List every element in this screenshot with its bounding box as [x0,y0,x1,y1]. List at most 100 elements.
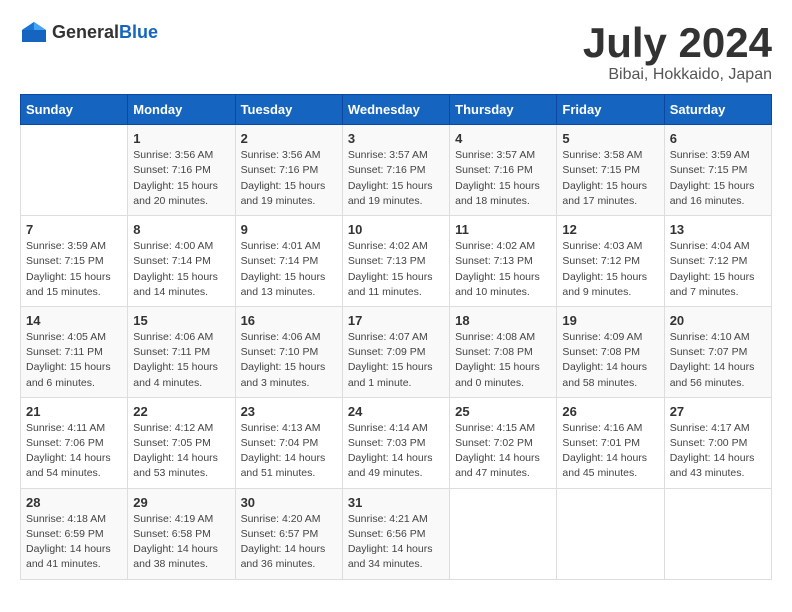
calendar-cell: 7 Sunrise: 3:59 AM Sunset: 7:15 PM Daylig… [21,216,128,307]
day-content: Sunrise: 4:10 AM Sunset: 7:07 PM Dayligh… [670,330,766,391]
day-number: 12 [562,222,658,237]
calendar-cell: 12 Sunrise: 4:03 AM Sunset: 7:12 PM Dayli… [557,216,664,307]
calendar-table: SundayMondayTuesdayWednesdayThursdayFrid… [20,94,772,579]
day-number: 9 [241,222,337,237]
day-content: Sunrise: 4:01 AM Sunset: 7:14 PM Dayligh… [241,239,337,300]
calendar-cell: 19Sunrise: 4:09 AM Sunset: 7:08 PM Dayli… [557,306,664,397]
calendar-cell: 8 Sunrise: 4:00 AM Sunset: 7:14 PM Daylig… [128,216,235,307]
day-number: 3 [348,131,444,146]
day-content: Sunrise: 4:15 AM Sunset: 7:02 PM Dayligh… [455,421,551,482]
day-content: Sunrise: 4:19 AM Sunset: 6:58 PM Dayligh… [133,512,229,573]
location-title: Bibai, Hokkaido, Japan [583,66,772,84]
calendar-cell: 5 Sunrise: 3:58 AM Sunset: 7:15 PM Daylig… [557,125,664,216]
day-number: 27 [670,404,766,419]
calendar-cell [21,125,128,216]
calendar-cell: 30 Sunrise: 4:20 AM Sunset: 6:57 PM Dayli… [235,488,342,579]
day-content: Sunrise: 3:59 AM Sunset: 7:15 PM Dayligh… [26,239,122,300]
day-content: Sunrise: 4:18 AM Sunset: 6:59 PM Dayligh… [26,512,122,573]
calendar-cell: 14Sunrise: 4:05 AM Sunset: 7:11 PM Dayli… [21,306,128,397]
calendar-cell: 15 Sunrise: 4:06 AM Sunset: 7:11 PM Dayli… [128,306,235,397]
day-number: 7 [26,222,122,237]
day-content: Sunrise: 4:03 AM Sunset: 7:12 PM Dayligh… [562,239,658,300]
day-number: 4 [455,131,551,146]
day-content: Sunrise: 4:13 AM Sunset: 7:04 PM Dayligh… [241,421,337,482]
day-header-friday: Friday [557,95,664,125]
calendar-cell: 23 Sunrise: 4:13 AM Sunset: 7:04 PM Dayli… [235,397,342,488]
days-header-row: SundayMondayTuesdayWednesdayThursdayFrid… [21,95,772,125]
day-number: 11 [455,222,551,237]
calendar-cell: 21 Sunrise: 4:11 AM Sunset: 7:06 PM Dayli… [21,397,128,488]
day-header-thursday: Thursday [450,95,557,125]
day-number: 21 [26,404,122,419]
calendar-cell: 20 Sunrise: 4:10 AM Sunset: 7:07 PM Dayli… [664,306,771,397]
title-area: July 2024 Bibai, Hokkaido, Japan [583,20,772,84]
day-number: 5 [562,131,658,146]
day-header-wednesday: Wednesday [342,95,449,125]
day-content: Sunrise: 4:20 AM Sunset: 6:57 PM Dayligh… [241,512,337,573]
calendar-cell: 24Sunrise: 4:14 AM Sunset: 7:03 PM Dayli… [342,397,449,488]
calendar-week-2: 7 Sunrise: 3:59 AM Sunset: 7:15 PM Daylig… [21,216,772,307]
day-content: Sunrise: 4:05 AM Sunset: 7:11 PM Dayligh… [26,330,122,391]
logo: GeneralBlue [20,20,158,44]
day-number: 25 [455,404,551,419]
calendar-week-1: 1Sunrise: 3:56 AM Sunset: 7:16 PM Daylig… [21,125,772,216]
day-number: 26 [562,404,658,419]
calendar-cell: 18Sunrise: 4:08 AM Sunset: 7:08 PM Dayli… [450,306,557,397]
day-content: Sunrise: 4:14 AM Sunset: 7:03 PM Dayligh… [348,421,444,482]
day-header-saturday: Saturday [664,95,771,125]
day-content: Sunrise: 4:06 AM Sunset: 7:10 PM Dayligh… [241,330,337,391]
day-number: 18 [455,313,551,328]
calendar-cell [664,488,771,579]
calendar-week-3: 14Sunrise: 4:05 AM Sunset: 7:11 PM Dayli… [21,306,772,397]
day-number: 22 [133,404,229,419]
day-number: 2 [241,131,337,146]
calendar-cell: 13 Sunrise: 4:04 AM Sunset: 7:12 PM Dayli… [664,216,771,307]
day-content: Sunrise: 3:56 AM Sunset: 7:16 PM Dayligh… [133,148,229,209]
page-header: GeneralBlue July 2024 Bibai, Hokkaido, J… [20,20,772,84]
calendar-cell: 28 Sunrise: 4:18 AM Sunset: 6:59 PM Dayli… [21,488,128,579]
calendar-cell: 16Sunrise: 4:06 AM Sunset: 7:10 PM Dayli… [235,306,342,397]
day-number: 31 [348,495,444,510]
day-content: Sunrise: 3:58 AM Sunset: 7:15 PM Dayligh… [562,148,658,209]
day-number: 30 [241,495,337,510]
calendar-cell [450,488,557,579]
day-header-monday: Monday [128,95,235,125]
calendar-cell: 22 Sunrise: 4:12 AM Sunset: 7:05 PM Dayli… [128,397,235,488]
day-content: Sunrise: 4:09 AM Sunset: 7:08 PM Dayligh… [562,330,658,391]
day-content: Sunrise: 4:06 AM Sunset: 7:11 PM Dayligh… [133,330,229,391]
calendar-cell: 27Sunrise: 4:17 AM Sunset: 7:00 PM Dayli… [664,397,771,488]
calendar-cell: 4Sunrise: 3:57 AM Sunset: 7:16 PM Daylig… [450,125,557,216]
day-number: 28 [26,495,122,510]
calendar-cell: 1Sunrise: 3:56 AM Sunset: 7:16 PM Daylig… [128,125,235,216]
calendar-cell [557,488,664,579]
day-number: 17 [348,313,444,328]
month-title: July 2024 [583,20,772,66]
day-number: 23 [241,404,337,419]
day-content: Sunrise: 4:12 AM Sunset: 7:05 PM Dayligh… [133,421,229,482]
day-content: Sunrise: 4:00 AM Sunset: 7:14 PM Dayligh… [133,239,229,300]
day-content: Sunrise: 4:11 AM Sunset: 7:06 PM Dayligh… [26,421,122,482]
day-header-sunday: Sunday [21,95,128,125]
day-number: 8 [133,222,229,237]
day-content: Sunrise: 4:02 AM Sunset: 7:13 PM Dayligh… [348,239,444,300]
logo-blue: Blue [119,22,158,42]
day-number: 13 [670,222,766,237]
calendar-cell: 3 Sunrise: 3:57 AM Sunset: 7:16 PM Daylig… [342,125,449,216]
logo-text: GeneralBlue [52,22,158,43]
calendar-cell: 29Sunrise: 4:19 AM Sunset: 6:58 PM Dayli… [128,488,235,579]
day-content: Sunrise: 4:21 AM Sunset: 6:56 PM Dayligh… [348,512,444,573]
day-content: Sunrise: 4:04 AM Sunset: 7:12 PM Dayligh… [670,239,766,300]
day-number: 15 [133,313,229,328]
day-number: 10 [348,222,444,237]
day-content: Sunrise: 3:57 AM Sunset: 7:16 PM Dayligh… [348,148,444,209]
calendar-cell: 11 Sunrise: 4:02 AM Sunset: 7:13 PM Dayli… [450,216,557,307]
day-content: Sunrise: 3:59 AM Sunset: 7:15 PM Dayligh… [670,148,766,209]
calendar-cell: 26Sunrise: 4:16 AM Sunset: 7:01 PM Dayli… [557,397,664,488]
day-header-tuesday: Tuesday [235,95,342,125]
logo-icon [20,20,48,44]
day-number: 20 [670,313,766,328]
day-content: Sunrise: 4:02 AM Sunset: 7:13 PM Dayligh… [455,239,551,300]
calendar-cell: 17 Sunrise: 4:07 AM Sunset: 7:09 PM Dayli… [342,306,449,397]
calendar-cell: 6Sunrise: 3:59 AM Sunset: 7:15 PM Daylig… [664,125,771,216]
day-content: Sunrise: 4:07 AM Sunset: 7:09 PM Dayligh… [348,330,444,391]
